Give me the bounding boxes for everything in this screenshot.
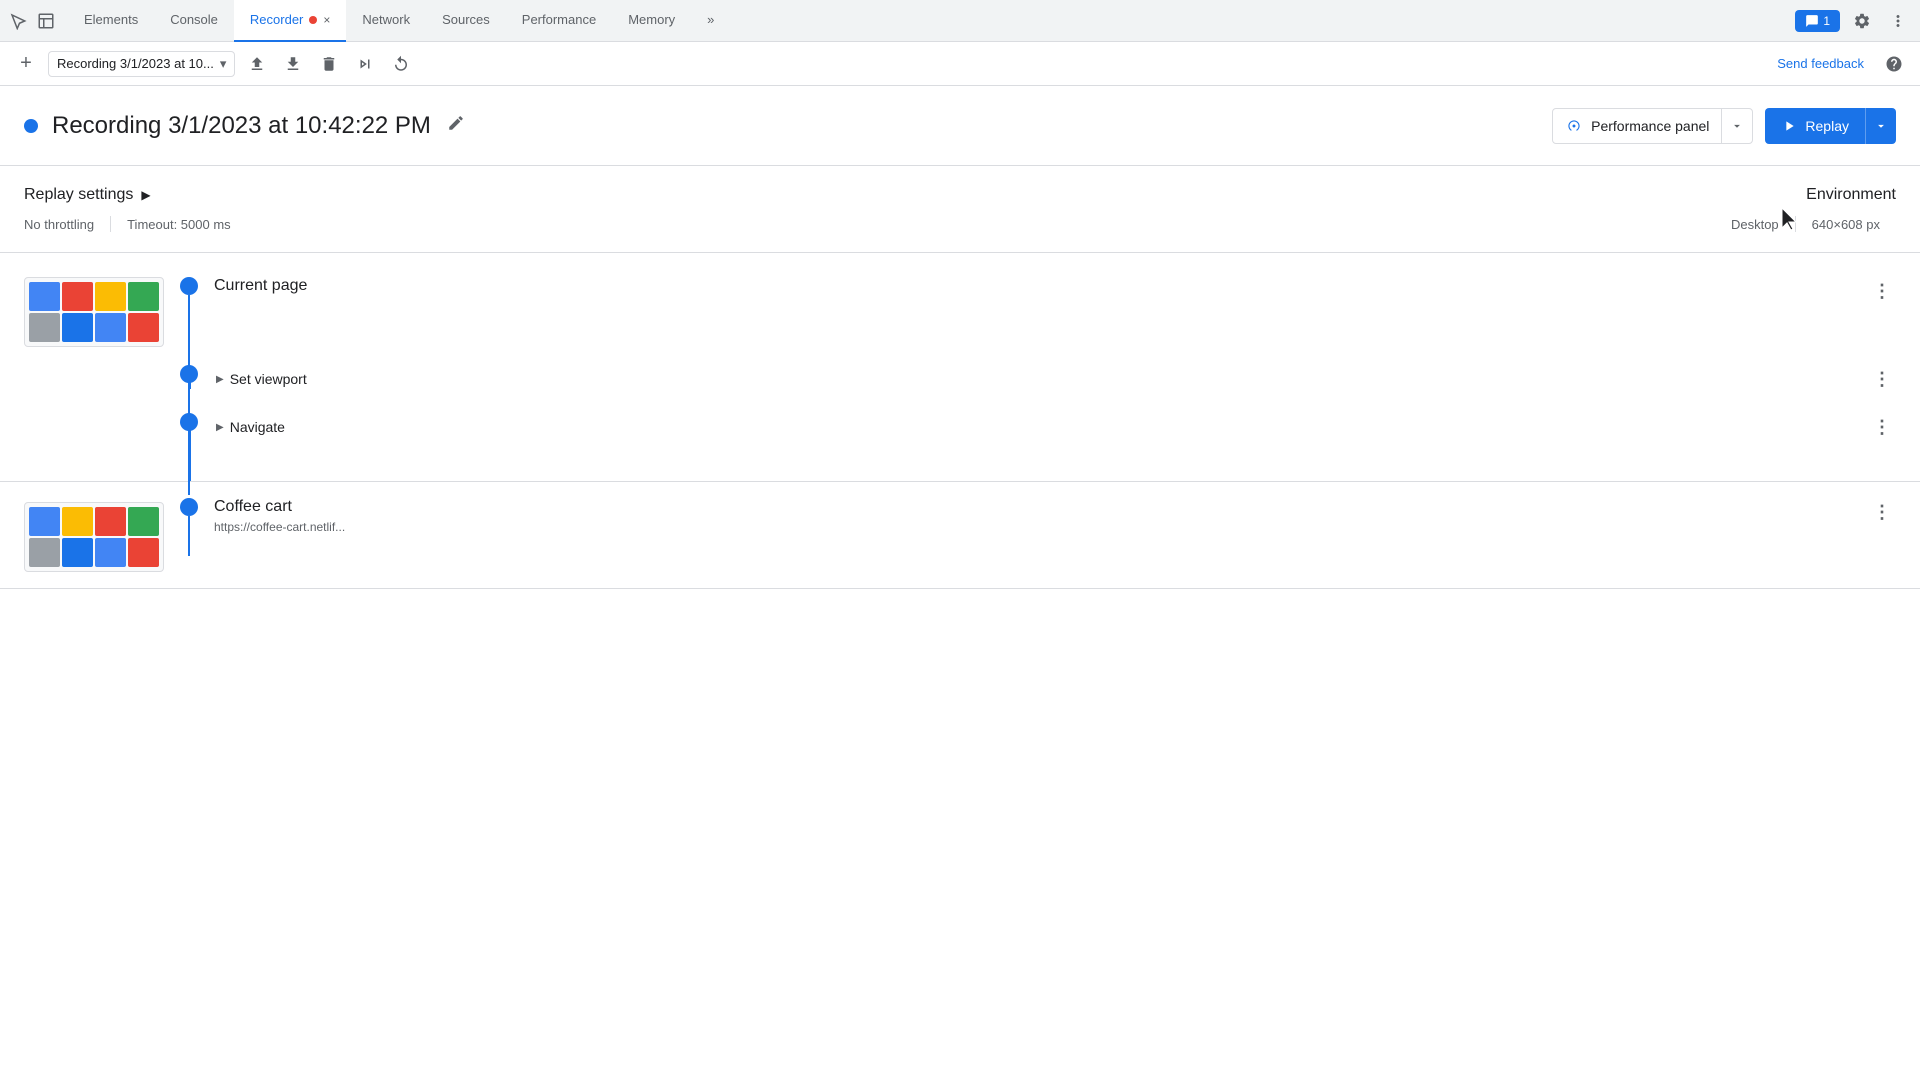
settings-left: Replay settings ▶ No throttling Timeout:… xyxy=(24,186,1731,232)
tab-bar-icons xyxy=(8,11,56,31)
replay-settings-toggle[interactable]: Replay settings ▶ xyxy=(24,186,1731,204)
env-divider xyxy=(1795,216,1796,232)
tab-memory[interactable]: Memory xyxy=(612,0,691,42)
tab-console[interactable]: Console xyxy=(154,0,234,42)
navigate-label: Navigate xyxy=(230,419,285,435)
settings-details: No throttling Timeout: 5000 ms xyxy=(24,216,1731,232)
navigate-chevron: ▶ xyxy=(216,422,224,433)
tab-overflow[interactable]: » xyxy=(691,0,730,42)
replay-main[interactable]: Replay xyxy=(1765,108,1865,144)
step-url-coffee: https://coffee-cart.netlif... xyxy=(214,520,1868,534)
step-label-coffee: Coffee cart xyxy=(214,498,1868,516)
recording-select[interactable]: Recording 3/1/2023 at 10... ▾ xyxy=(48,51,235,77)
set-viewport-step[interactable]: ▶ Set viewport xyxy=(216,371,307,387)
notification-button[interactable]: 1 xyxy=(1795,10,1840,32)
step-group-coffee-cart: Coffee cart https://coffee-cart.netlif..… xyxy=(0,482,1920,589)
viewport-chevron: ▶ xyxy=(216,374,224,385)
resolution-value: 640×608 px xyxy=(1812,217,1896,232)
settings-chevron-right: ▶ xyxy=(141,188,150,202)
send-feedback-button[interactable]: Send feedback xyxy=(1769,52,1872,75)
step-more-viewport[interactable]: ⋮ xyxy=(1868,365,1896,393)
step-more-coffee[interactable]: ⋮ xyxy=(1868,498,1896,526)
step-content-coffee: Coffee cart https://coffee-cart.netlif..… xyxy=(214,498,1868,534)
steps-container: Current page ⋮ ▶ Set viewport ⋮ xyxy=(0,253,1920,589)
replay-chevron[interactable] xyxy=(1865,108,1896,144)
tab-recorder[interactable]: Recorder × xyxy=(234,0,346,42)
tab-bar-end: 1 xyxy=(1795,7,1912,35)
performance-panel-label: Performance panel xyxy=(1591,118,1709,134)
timeout-value: Timeout: 5000 ms xyxy=(127,217,247,232)
help-button[interactable] xyxy=(1880,50,1908,78)
step-thumbnail-coffee xyxy=(24,502,164,572)
import-button[interactable] xyxy=(279,50,307,78)
step-more-current[interactable]: ⋮ xyxy=(1868,277,1896,305)
sub-step-viewport: ▶ Set viewport ⋮ xyxy=(0,335,1920,393)
tab-sources[interactable]: Sources xyxy=(426,0,506,42)
step-back-button[interactable] xyxy=(387,50,415,78)
recording-header: Recording 3/1/2023 at 10:42:22 PM Perfor… xyxy=(0,86,1920,166)
recording-status-dot xyxy=(24,119,38,133)
performance-panel-button[interactable]: Performance panel xyxy=(1552,108,1753,144)
replay-settings-label: Replay settings xyxy=(24,186,133,204)
header-actions: Performance panel Replay xyxy=(1552,108,1896,144)
settings-bar: Replay settings ▶ No throttling Timeout:… xyxy=(0,166,1920,253)
step-more-navigate[interactable]: ⋮ xyxy=(1868,413,1896,441)
env-details: Desktop 640×608 px xyxy=(1731,216,1896,232)
add-recording-button[interactable]: + xyxy=(12,50,40,78)
step-dot-coffee xyxy=(180,498,198,516)
step-label-current: Current page xyxy=(214,277,1868,295)
tab-network[interactable]: Network xyxy=(346,0,426,42)
settings-right: Environment Desktop 640×608 px xyxy=(1731,186,1896,232)
replay-label: Replay xyxy=(1805,118,1849,134)
step-content-current: Current page xyxy=(214,277,1868,295)
tab-performance[interactable]: Performance xyxy=(506,0,612,42)
sub-step-navigate: ▶ Navigate ⋮ xyxy=(0,383,1920,441)
record-dot xyxy=(309,16,317,24)
step-dot-1 xyxy=(180,277,198,295)
kebab-menu-icon[interactable] xyxy=(1884,7,1912,35)
toolbar: + Recording 3/1/2023 at 10... ▾ Send fee… xyxy=(0,42,1920,86)
recording-title: Recording 3/1/2023 at 10:42:22 PM xyxy=(52,112,431,140)
navigate-step[interactable]: ▶ Navigate xyxy=(216,419,285,435)
step-play-button[interactable] xyxy=(351,50,379,78)
tab-bar: Elements Console Recorder × Network Sour… xyxy=(0,0,1920,42)
settings-divider xyxy=(110,216,111,232)
replay-button[interactable]: Replay xyxy=(1765,108,1896,144)
tab-elements[interactable]: Elements xyxy=(68,0,154,42)
performance-panel-chevron[interactable] xyxy=(1721,109,1752,143)
viewport-label: Set viewport xyxy=(230,371,307,387)
step-group-current-page: Current page ⋮ ▶ Set viewport ⋮ xyxy=(0,253,1920,482)
dock-icon[interactable] xyxy=(36,11,56,31)
environment-title: Environment xyxy=(1731,186,1896,204)
step-line-coffee xyxy=(188,516,190,556)
step-thumbnail-current xyxy=(24,277,164,347)
throttling-value: No throttling xyxy=(24,217,110,232)
cursor-icon[interactable] xyxy=(8,11,28,31)
export-button[interactable] xyxy=(243,50,271,78)
delete-button[interactable] xyxy=(315,50,343,78)
step-line-1 xyxy=(188,295,190,495)
close-icon[interactable]: × xyxy=(323,13,330,27)
edit-title-icon[interactable] xyxy=(443,110,469,141)
settings-icon[interactable] xyxy=(1848,7,1876,35)
device-value: Desktop xyxy=(1731,217,1795,232)
performance-panel-main[interactable]: Performance panel xyxy=(1553,109,1721,143)
